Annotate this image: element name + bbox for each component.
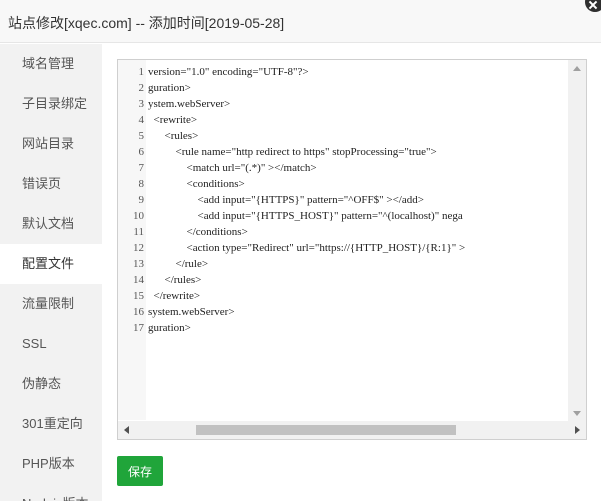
line-number: 2 [138, 82, 145, 94]
horizontal-scrollbar[interactable] [118, 421, 586, 439]
code-line[interactable]: 9 <add input="{HTTPS}" pattern="^OFF$" >… [118, 192, 570, 208]
code-line[interactable]: 7 <match url="(.*)" ></match> [118, 160, 570, 176]
scroll-left-arrow-icon[interactable] [124, 426, 129, 434]
sidebar-item-subdirectory-binding[interactable]: 子目录绑定 [0, 84, 102, 124]
code-line[interactable]: 12 <action type="Redirect" url="https://… [118, 240, 570, 256]
sidebar-item-traffic-limit[interactable]: 流量限制 [0, 284, 102, 324]
code-line[interactable]: 11 </conditions> [118, 224, 570, 240]
line-number: 3 [138, 98, 145, 110]
scroll-down-arrow-icon[interactable] [573, 411, 581, 416]
code-line[interactable]: 10 <add input="{HTTPS_HOST}" pattern="^(… [118, 208, 570, 224]
line-number: 12 [133, 242, 144, 254]
sidebar-item-domain-management[interactable]: 域名管理 [0, 44, 102, 84]
line-number: 16 [133, 306, 144, 318]
line-number: 14 [133, 274, 144, 286]
code-line[interactable]: 5 <rules> [118, 128, 570, 144]
code-lines[interactable]: 1 version="1.0" encoding="UTF-8"?> 2 gurat… [118, 64, 570, 336]
sidebar-item-default-document[interactable]: 默认文档 [0, 204, 102, 244]
code-text: <add input="{HTTPS_HOST}" pattern="^(loc… [148, 210, 463, 222]
code-text: system.webServer> [148, 306, 235, 318]
sidebar-item-nodejs-version[interactable]: Nodejs版本 [0, 484, 102, 501]
line-number: 9 [138, 194, 145, 206]
line-number: 8 [138, 178, 145, 190]
code-text: guration> [148, 82, 191, 94]
sidebar-item-ssl[interactable]: SSL [0, 324, 102, 364]
vertical-scrollbar[interactable] [568, 60, 586, 422]
code-text: <rules> [148, 130, 199, 142]
code-line[interactable]: 1 version="1.0" encoding="UTF-8"?> [118, 64, 570, 80]
code-text: </rule> [148, 258, 209, 270]
code-text: <add input="{HTTPS}" pattern="^OFF$" ></… [148, 194, 424, 206]
code-line[interactable]: 3 ystem.webServer> [118, 96, 570, 112]
line-number: 4 [138, 114, 145, 126]
code-line[interactable]: 16 system.webServer> [118, 304, 570, 320]
window-titlebar: 站点修改[xqec.com] -- 添加时间[2019-05-28] [0, 0, 601, 43]
code-text: <match url="(.*)" ></match> [148, 162, 317, 174]
code-text: ystem.webServer> [148, 98, 231, 110]
code-line[interactable]: 13 </rule> [118, 256, 570, 272]
code-text: guration> [148, 322, 191, 334]
save-button[interactable]: 保存 [117, 456, 163, 486]
code-line[interactable]: 6 <rule name="http redirect to https" st… [118, 144, 570, 160]
code-line[interactable]: 8 <conditions> [118, 176, 570, 192]
line-number: 7 [138, 162, 145, 174]
line-number: 10 [133, 210, 144, 222]
code-text: </rewrite> [148, 290, 201, 302]
window-title: 站点修改[xqec.com] -- 添加时间[2019-05-28] [8, 15, 285, 31]
sidebar-item-pseudo-static[interactable]: 伪静态 [0, 364, 102, 404]
code-line[interactable]: 15 </rewrite> [118, 288, 570, 304]
code-line[interactable]: 2 guration> [118, 80, 570, 96]
config-code-editor[interactable]: 1 version="1.0" encoding="UTF-8"?> 2 gurat… [117, 59, 587, 440]
sidebar-item-error-page[interactable]: 错误页 [0, 164, 102, 204]
code-line[interactable]: 4 <rewrite> [118, 112, 570, 128]
sidebar-item-301-redirect[interactable]: 301重定向 [0, 404, 102, 444]
sidebar-item-site-directory[interactable]: 网站目录 [0, 124, 102, 164]
code-text: version="1.0" encoding="UTF-8"?> [148, 66, 309, 78]
line-number: 13 [133, 258, 144, 270]
code-text: </rules> [148, 274, 202, 286]
close-icon[interactable] [585, 0, 601, 12]
sidebar-item-php-version[interactable]: PHP版本 [0, 444, 102, 484]
sidebar-item-config-file[interactable]: 配置文件 [0, 244, 102, 284]
line-number: 17 [133, 322, 144, 334]
scroll-up-arrow-icon[interactable] [573, 66, 581, 71]
line-number: 5 [138, 130, 145, 142]
line-number: 11 [133, 226, 144, 238]
line-number: 6 [138, 146, 145, 158]
scroll-right-arrow-icon[interactable] [575, 426, 580, 434]
code-line[interactable]: 14 </rules> [118, 272, 570, 288]
code-text: <conditions> [148, 178, 245, 190]
line-number: 1 [138, 66, 145, 78]
code-line[interactable]: 17 guration> [118, 320, 570, 336]
code-text: <rule name="http redirect to https" stop… [148, 146, 437, 158]
sidebar: 域名管理 子目录绑定 网站目录 错误页 默认文档 配置文件 流量限制 SSL 伪… [0, 44, 102, 501]
code-text: <action type="Redirect" url="https://{HT… [148, 242, 466, 254]
code-text: </conditions> [148, 226, 248, 238]
horizontal-scroll-thumb[interactable] [196, 425, 456, 435]
line-number: 15 [133, 290, 144, 302]
code-text: <rewrite> [148, 114, 198, 126]
